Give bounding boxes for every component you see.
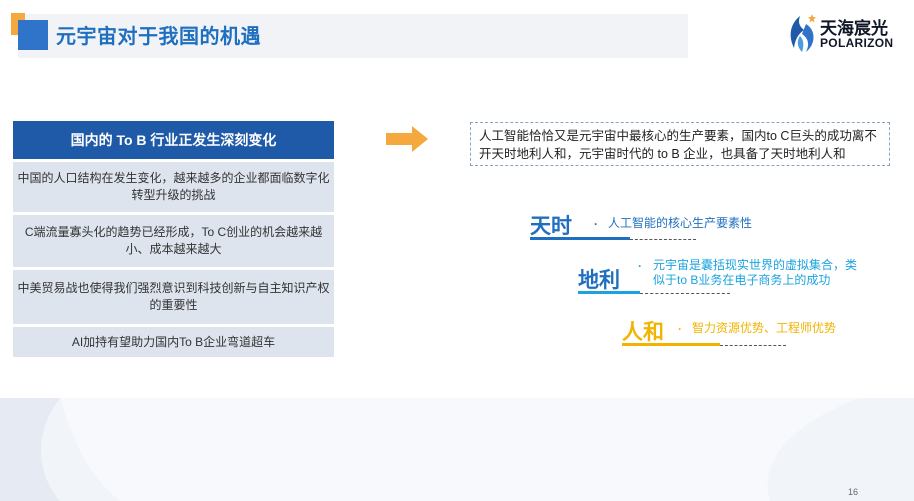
title-accent-blue (18, 20, 48, 50)
panel-item-population: 中国的人口结构在发生变化，越来越多的企业都面临数字化转型升级的挑战 (13, 162, 334, 212)
factor-renhe-text: 智力资源优势、工程师优势 (692, 321, 837, 335)
factor-tianshi-bullet: · (594, 217, 598, 231)
right-arrow-icon (386, 126, 428, 152)
factor-tianshi-word: 天时 (530, 215, 572, 238)
factor-renhe-word: 人和 (622, 321, 664, 344)
factor-dili-word: 地利 (578, 269, 620, 292)
page-title: 元宇宙对于我国的机遇 (56, 26, 261, 48)
quote-box: 人工智能恰恰又是元宇宙中最核心的生产要素，国内to C巨头的成功离不开天时地利人… (470, 122, 890, 166)
changes-panel: 国内的 To B 行业正发生深刻变化 中国的人口结构在发生变化，越来越多的企业都… (13, 121, 334, 357)
factor-tianshi-underline (530, 237, 630, 240)
panel-item-ai: AI加持有望助力国内To B企业弯道超车 (13, 327, 334, 357)
factor-dili-text: 元宇宙是囊括现实世界的虚拟集合，类似于to B业务在电子商务上的成功 (653, 258, 858, 287)
company-logo: 天海宸光 POLARIZON (786, 12, 912, 56)
factor-dili-underline (578, 291, 640, 294)
panel-heading: 国内的 To B 行业正发生深刻变化 (13, 121, 334, 159)
footer-background (0, 398, 914, 501)
factor-dili-bullet: · (638, 259, 642, 273)
factor-renhe-dotted-line (720, 345, 786, 346)
factor-dili-dotted-line (640, 293, 730, 294)
factor-tianshi-dotted-line (630, 239, 696, 240)
factor-renhe-underline (622, 343, 720, 346)
logo-english-name: POLARIZON (820, 36, 894, 50)
polarizon-logo-icon (790, 14, 816, 52)
factor-renhe-bullet: · (678, 322, 682, 336)
page-number: 16 (848, 487, 859, 497)
panel-item-toc-traffic: C端流量寡头化的趋势已经形成，To C创业的机会越来越小、成本越来越大 (13, 215, 334, 267)
factor-tianshi-text: 人工智能的核心生产要素性 (608, 216, 753, 230)
panel-item-trade-war: 中美贸易战也使得我们强烈意识到科技创新与自主知识产权的重要性 (13, 270, 334, 324)
